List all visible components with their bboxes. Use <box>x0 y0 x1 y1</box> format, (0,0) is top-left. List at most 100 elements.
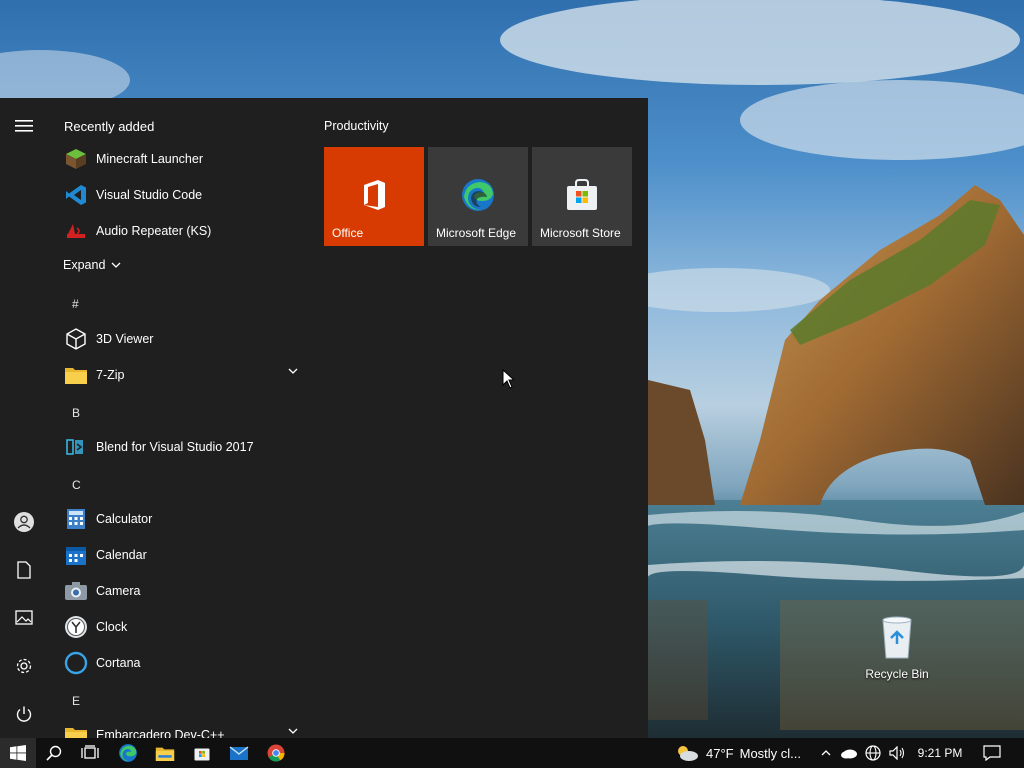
account-button[interactable] <box>0 500 48 544</box>
app-cortana[interactable]: Cortana <box>64 645 304 681</box>
minecraft-icon <box>64 147 88 171</box>
task-view-button[interactable] <box>72 738 108 768</box>
recycle-bin-label: Recycle Bin <box>865 667 929 681</box>
mouse-cursor-icon <box>502 369 514 389</box>
app-3d-viewer[interactable]: 3D Viewer <box>64 321 304 357</box>
vscode-icon <box>64 183 88 207</box>
user-icon <box>14 512 34 532</box>
calculator-icon <box>64 507 88 531</box>
edge-icon <box>119 744 137 762</box>
app-label: Camera <box>96 584 141 598</box>
letter-header-b[interactable]: B <box>72 406 80 420</box>
search-button[interactable] <box>36 738 72 768</box>
taskbar-file-explorer[interactable] <box>147 738 183 768</box>
windows-logo-icon <box>10 745 26 761</box>
chevron-down-icon[interactable] <box>288 728 298 734</box>
app-label: Minecraft Launcher <box>96 152 204 166</box>
letter-header-hash[interactable]: # <box>72 297 79 311</box>
app-label: Calendar <box>96 548 147 562</box>
app-audio-repeater[interactable]: Audio Repeater (KS) <box>64 213 304 249</box>
app-label: Cortana <box>96 656 141 670</box>
start-rail <box>0 98 48 738</box>
tile-label: Microsoft Edge <box>436 226 517 240</box>
weather-widget[interactable]: 47°F Mostly cl... <box>674 738 814 768</box>
taskbar-store[interactable] <box>184 738 220 768</box>
app-minecraft-launcher[interactable]: Minecraft Launcher <box>64 141 304 177</box>
store-icon <box>194 748 210 761</box>
folder-icon <box>64 723 88 738</box>
app-list: Recently added Minecraft Launcher Visual… <box>48 98 308 738</box>
app-7zip[interactable]: 7-Zip <box>64 357 304 393</box>
speaker-icon <box>889 746 905 760</box>
hamburger-icon <box>15 120 33 132</box>
audio-repeater-icon <box>64 219 88 243</box>
clock-time: 9:21 PM <box>917 746 963 760</box>
chevron-up-icon <box>821 750 831 756</box>
tile-label: Office <box>332 226 364 240</box>
onedrive-cloud-icon <box>841 749 857 759</box>
app-visual-studio-code[interactable]: Visual Studio Code <box>64 177 304 213</box>
edge-icon <box>462 179 494 211</box>
taskbar-edge[interactable] <box>110 738 146 768</box>
app-calendar[interactable]: Calendar <box>64 537 304 573</box>
task-view-icon <box>81 745 99 759</box>
letter-header-e[interactable]: E <box>72 694 80 708</box>
chevron-down-icon <box>111 262 121 268</box>
app-label: Visual Studio Code <box>96 188 203 202</box>
weather-text: Mostly cl... <box>739 745 802 761</box>
cortana-icon <box>64 651 88 675</box>
recycle-bin-icon <box>882 616 912 659</box>
start-button[interactable] <box>0 738 36 768</box>
hamburger-menu-button[interactable] <box>0 104 48 148</box>
tile-microsoft-edge[interactable]: Microsoft Edge <box>428 147 528 246</box>
app-clock[interactable]: Clock <box>64 609 304 645</box>
blend-icon <box>64 435 88 459</box>
app-label: Embarcadero Dev-C++ <box>96 728 225 738</box>
letter-header-c[interactable]: C <box>72 478 81 492</box>
show-hidden-icons-button[interactable] <box>816 738 836 768</box>
documents-button[interactable] <box>0 548 48 592</box>
mail-icon <box>229 746 249 760</box>
app-embarcadero-devcpp[interactable]: Embarcadero Dev-C++ <box>64 717 304 738</box>
folder-icon <box>64 363 88 387</box>
app-camera[interactable]: Camera <box>64 573 304 609</box>
start-menu: Recently added Minecraft Launcher Visual… <box>0 98 648 738</box>
tile-office[interactable]: Office <box>324 147 424 246</box>
app-blend-vs2017[interactable]: Blend for Visual Studio 2017 <box>64 429 304 465</box>
chrome-icon <box>267 744 285 762</box>
store-icon <box>567 179 597 210</box>
folder-icon <box>155 747 175 761</box>
tile-microsoft-store[interactable]: Microsoft Store <box>532 147 632 246</box>
network-button[interactable] <box>862 738 884 768</box>
expand-button[interactable]: Expand <box>63 258 121 272</box>
power-button[interactable] <box>0 692 48 736</box>
app-label: Audio Repeater (KS) <box>96 224 212 238</box>
taskbar-mail[interactable] <box>221 738 257 768</box>
expand-label: Expand <box>63 258 106 272</box>
app-label: 3D Viewer <box>96 332 154 346</box>
volume-button[interactable] <box>886 738 908 768</box>
pictures-button[interactable] <box>0 596 48 640</box>
camera-icon <box>64 579 88 603</box>
app-label: Clock <box>96 620 128 634</box>
gear-icon <box>16 658 32 674</box>
weather-temp: 47°F <box>706 745 734 761</box>
weather-cloud-icon <box>678 746 698 761</box>
power-icon <box>16 706 32 722</box>
tile-label: Microsoft Store <box>540 226 621 240</box>
action-center-button[interactable] <box>978 738 1006 768</box>
search-icon <box>46 745 62 761</box>
app-label: Calculator <box>96 512 153 526</box>
clock-icon <box>64 615 88 639</box>
onedrive-button[interactable] <box>838 738 860 768</box>
taskbar-chrome[interactable] <box>258 738 294 768</box>
recycle-bin-desktop-icon[interactable]: Recycle Bin <box>862 612 932 681</box>
settings-button[interactable] <box>0 644 48 688</box>
tile-group-title[interactable]: Productivity <box>324 119 389 133</box>
clock-button[interactable]: 9:21 PM <box>912 738 968 768</box>
app-calculator[interactable]: Calculator <box>64 501 304 537</box>
chevron-down-icon[interactable] <box>288 368 298 374</box>
picture-icon <box>15 610 33 625</box>
calendar-icon <box>64 543 88 567</box>
globe-icon <box>865 745 881 761</box>
